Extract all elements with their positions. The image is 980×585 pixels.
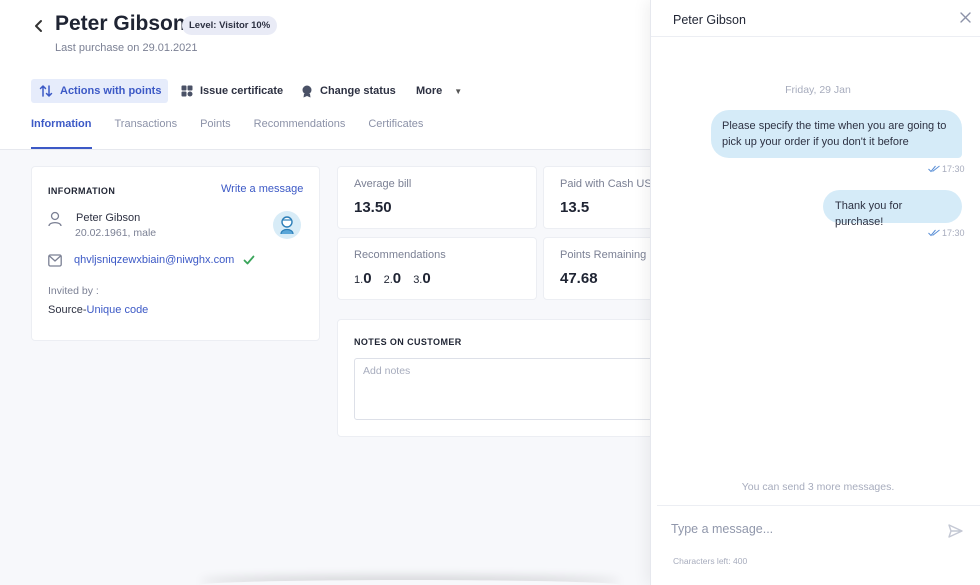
caret-down-icon: ▼ <box>454 86 463 96</box>
actions-with-points-button[interactable]: Actions with points <box>31 79 168 103</box>
close-icon[interactable] <box>960 12 971 23</box>
issue-certificate-button[interactable]: Issue certificate <box>181 79 283 103</box>
tab-transactions[interactable]: Transactions <box>115 118 178 149</box>
source-row: Source-Unique code <box>48 304 148 316</box>
message-bubble: Please specify the time when you are goi… <box>711 110 962 158</box>
mail-icon <box>48 254 62 267</box>
actions-with-points-label: Actions with points <box>60 85 162 97</box>
sort-arrows-icon <box>39 85 53 97</box>
send-icon[interactable] <box>948 524 963 538</box>
invited-by-label: Invited by : <box>48 285 99 297</box>
rec-level-2-prefix: 2. <box>383 274 393 286</box>
recommendations-label: Recommendations <box>354 249 446 261</box>
page-title: Peter Gibson <box>55 12 186 35</box>
rec-level-3-value: 0 <box>422 270 431 287</box>
person-icon <box>48 211 62 227</box>
notes-input[interactable] <box>354 358 664 420</box>
chat-header: Peter Gibson <box>651 0 980 37</box>
double-check-icon <box>928 165 940 173</box>
write-message-link[interactable]: Write a message <box>221 183 303 195</box>
message-limit-note: You can send 3 more messages. <box>741 481 895 493</box>
chat-panel: Peter Gibson Friday, 29 Jan Please speci… <box>650 0 980 585</box>
rec-level-2-value: 0 <box>392 270 402 287</box>
customer-full-name: Peter Gibson <box>76 212 141 224</box>
chevron-left-icon[interactable] <box>30 17 48 35</box>
message-input[interactable] <box>671 518 941 540</box>
chat-title: Peter Gibson <box>673 13 746 27</box>
date-separator: Friday, 29 Jan <box>785 84 851 96</box>
more-label: More <box>416 85 443 97</box>
more-dropdown-button[interactable]: More ▼ <box>416 79 462 103</box>
points-remaining-value: 47.68 <box>560 270 598 287</box>
tab-bar: Information Transactions Points Recommen… <box>31 118 446 150</box>
message-time: 17:30 <box>942 228 965 238</box>
compose-divider <box>657 505 980 506</box>
source-link[interactable]: Unique code <box>87 304 149 316</box>
rec-level-1-prefix: 1. <box>354 274 364 286</box>
message-meta: 17:30 <box>928 164 965 174</box>
double-check-icon <box>928 229 940 237</box>
paid-cash-value: 13.5 <box>560 199 590 216</box>
last-purchase-date: Last purchase on 29.01.2021 <box>55 42 198 54</box>
tab-recommendations[interactable]: Recommendations <box>254 118 346 149</box>
level-badge: Level: Visitor 10% <box>182 16 278 35</box>
bottom-shadow <box>200 580 620 585</box>
information-card: INFORMATION Write a message Peter Gibson… <box>31 166 320 341</box>
change-status-button[interactable]: Change status <box>301 79 396 103</box>
recommendations-card: Recommendations 1.0 2.0 3.0 <box>337 237 537 300</box>
recommendations-values: 1.0 2.0 3.0 <box>354 270 440 287</box>
change-status-label: Change status <box>320 85 396 97</box>
tab-certificates[interactable]: Certificates <box>368 118 423 149</box>
user-badge-icon <box>302 85 312 97</box>
paid-cash-label: Paid with Cash US <box>560 178 652 190</box>
customer-birthdate-gender: 20.02.1961, male <box>75 227 157 239</box>
average-bill-value: 13.50 <box>354 199 392 216</box>
certificate-icon <box>181 85 193 97</box>
notes-title: NOTES ON CUSTOMER <box>354 337 462 347</box>
rec-level-3-prefix: 3. <box>413 274 423 286</box>
message-bubble: Thank you for purchase! <box>823 190 962 228</box>
notes-card: NOTES ON CUSTOMER <box>337 319 667 437</box>
customer-avatar-icon <box>280 216 294 235</box>
source-prefix: Source- <box>48 304 87 316</box>
rec-level-1-value: 0 <box>363 270 372 287</box>
avatar <box>273 211 301 239</box>
average-bill-card: Average bill 13.50 <box>337 166 537 229</box>
tab-information[interactable]: Information <box>31 118 92 149</box>
points-remaining-label: Points Remaining <box>560 249 647 261</box>
customer-email-link[interactable]: qhvljsniqzewxbiain@niwghx.com <box>74 254 234 266</box>
issue-certificate-label: Issue certificate <box>200 85 284 97</box>
message-meta: 17:30 <box>928 228 965 238</box>
information-title: INFORMATION <box>48 186 116 196</box>
characters-left: Characters left: 400 <box>673 556 748 566</box>
tab-points[interactable]: Points <box>200 118 231 149</box>
message-time: 17:30 <box>942 164 965 174</box>
average-bill-label: Average bill <box>354 178 412 190</box>
verified-check-icon <box>243 255 255 265</box>
